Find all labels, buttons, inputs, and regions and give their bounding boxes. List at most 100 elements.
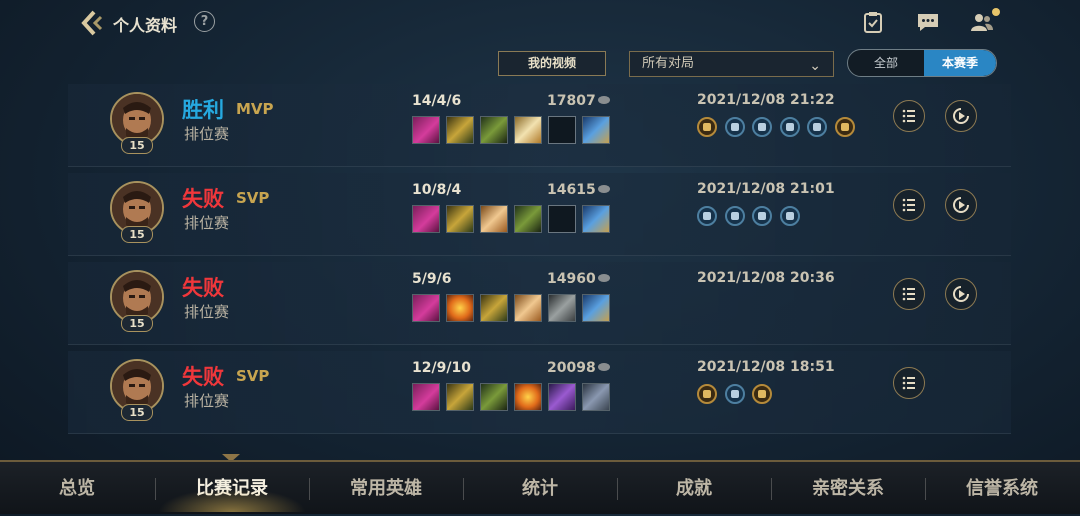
- empty-item-slot[interactable]: [548, 116, 576, 144]
- hero-level-badge: 15: [121, 315, 153, 332]
- gold-amount: 14615: [547, 182, 596, 198]
- active-tab-glow: [158, 488, 306, 512]
- hero-level-badge: 15: [121, 226, 153, 243]
- equipment-item-icon[interactable]: [412, 383, 440, 411]
- list-icon: [902, 376, 915, 390]
- match-details-button[interactable]: [893, 189, 925, 221]
- replay-button[interactable]: [945, 278, 977, 310]
- tab-statistics[interactable]: 统计: [463, 462, 617, 514]
- page-title: 个人资料: [113, 16, 178, 35]
- achievement-medal-icon: [752, 206, 772, 226]
- gold-coin-icon: [598, 96, 610, 104]
- gold-amount: 20098: [547, 360, 596, 376]
- game-mode: 排位赛: [184, 303, 230, 321]
- equipment-item-icon[interactable]: [514, 205, 542, 233]
- match-type-dropdown[interactable]: 所有对局 ⌄: [629, 51, 834, 77]
- equipment-item-icon[interactable]: [446, 383, 474, 411]
- performance-badge: SVP: [236, 189, 270, 207]
- tab-relationships[interactable]: 亲密关系: [771, 462, 925, 514]
- kda: 12/9/10: [412, 360, 471, 376]
- performance-badge: MVP: [236, 100, 274, 118]
- equipment-item-icon[interactable]: [446, 205, 474, 233]
- game-mode: 排位赛: [184, 392, 230, 410]
- match-row[interactable]: 15 失败排位赛 5/9/6 14960 2021/12/08 20:36: [68, 262, 1011, 345]
- achievement-medal-icon: [834, 117, 855, 137]
- match-row[interactable]: 15 胜利 MVP 排位赛 14/4/6 17807 2021/12/08 21:22: [68, 84, 1011, 167]
- replay-play-icon: [953, 286, 969, 302]
- season-scope-toggle[interactable]: 全部 本赛季: [847, 49, 997, 77]
- match-row[interactable]: 15 失败 SVP 排位赛 12/9/10 20098 2021/12/08 18:51: [68, 351, 1011, 434]
- equipment-item-icon[interactable]: [582, 116, 610, 144]
- equipment-item-icon[interactable]: [412, 294, 440, 322]
- equipment-item-icon[interactable]: [412, 205, 440, 233]
- equipment-item-icon[interactable]: [412, 116, 440, 144]
- equipment-item-icon[interactable]: [582, 205, 610, 233]
- list-icon: [902, 287, 915, 301]
- achievement-medal-icon: [697, 384, 717, 404]
- gold-coin-icon: [598, 185, 610, 193]
- my-videos-button[interactable]: 我的视频: [498, 51, 606, 76]
- equipment-item-icon[interactable]: [582, 294, 610, 322]
- help-button[interactable]: ?: [194, 11, 215, 32]
- notification-dot: [992, 8, 1000, 16]
- match-datetime: 2021/12/08 21:01: [697, 181, 835, 197]
- replay-button[interactable]: [945, 100, 977, 132]
- scope-season-option[interactable]: 本赛季: [924, 50, 996, 76]
- equipment-item-icon[interactable]: [480, 383, 508, 411]
- achievement-medal-icon: [724, 117, 745, 137]
- replay-button[interactable]: [945, 189, 977, 221]
- tab-reputation[interactable]: 信誉系统: [925, 462, 1079, 514]
- match-datetime: 2021/12/08 20:36: [697, 270, 835, 286]
- equipment-item-icon[interactable]: [582, 383, 610, 411]
- replay-play-icon: [953, 108, 969, 124]
- equipment-item-icon[interactable]: [480, 205, 508, 233]
- gold-amount: 14960: [547, 271, 596, 287]
- achievement-medal-icon: [724, 384, 745, 404]
- equipment-item-icon[interactable]: [480, 294, 508, 322]
- list-icon: [902, 109, 915, 123]
- kda: 14/4/6: [412, 93, 462, 109]
- task-clipboard-icon[interactable]: [861, 10, 885, 34]
- match-result: 失败: [182, 365, 224, 389]
- achievement-medal-icon: [724, 206, 745, 226]
- kda: 10/8/4: [412, 182, 462, 198]
- match-result: 胜利: [182, 98, 224, 122]
- gold-coin-icon: [598, 363, 610, 371]
- back-chevron-icon: [81, 10, 103, 36]
- match-details-button[interactable]: [893, 278, 925, 310]
- friends-icon[interactable]: [970, 10, 994, 34]
- tab-overview[interactable]: 总览: [0, 462, 154, 514]
- match-details-button[interactable]: [893, 367, 925, 399]
- equipment-item-icon[interactable]: [446, 294, 474, 322]
- chevron-down-icon: ⌄: [809, 58, 821, 74]
- replay-play-icon: [953, 197, 969, 213]
- achievement-medal-icon: [697, 206, 717, 226]
- match-result: 失败: [182, 276, 224, 300]
- achievement-medal-icon: [779, 206, 800, 226]
- equipment-item-icon[interactable]: [480, 116, 508, 144]
- list-icon: [902, 198, 915, 212]
- hero-level-badge: 15: [121, 404, 153, 421]
- equipment-item-icon[interactable]: [514, 294, 542, 322]
- empty-item-slot[interactable]: [548, 205, 576, 233]
- match-row[interactable]: 15 失败 SVP 排位赛 10/8/4 14615 2021/12/08 21:01: [68, 173, 1011, 256]
- equipment-item-icon[interactable]: [548, 383, 576, 411]
- tab-achievements[interactable]: 成就: [617, 462, 771, 514]
- achievement-medal-icon: [779, 117, 800, 137]
- tab-common-heroes[interactable]: 常用英雄: [309, 462, 463, 514]
- hero-level-badge: 15: [121, 137, 153, 154]
- game-mode: 排位赛: [184, 214, 230, 232]
- match-result: 失败: [182, 187, 224, 211]
- equipment-item-icon[interactable]: [514, 383, 542, 411]
- kda: 5/9/6: [412, 271, 452, 287]
- equipment-item-icon[interactable]: [548, 294, 576, 322]
- equipment-item-icon[interactable]: [514, 116, 542, 144]
- gold-amount: 17807: [547, 93, 596, 109]
- match-datetime: 2021/12/08 21:22: [697, 92, 835, 108]
- achievement-medal-icon: [807, 117, 827, 137]
- chat-icon[interactable]: [916, 10, 940, 34]
- scope-all-option[interactable]: 全部: [848, 50, 924, 76]
- equipment-item-icon[interactable]: [446, 116, 474, 144]
- back-button[interactable]: [80, 9, 106, 37]
- match-details-button[interactable]: [893, 100, 925, 132]
